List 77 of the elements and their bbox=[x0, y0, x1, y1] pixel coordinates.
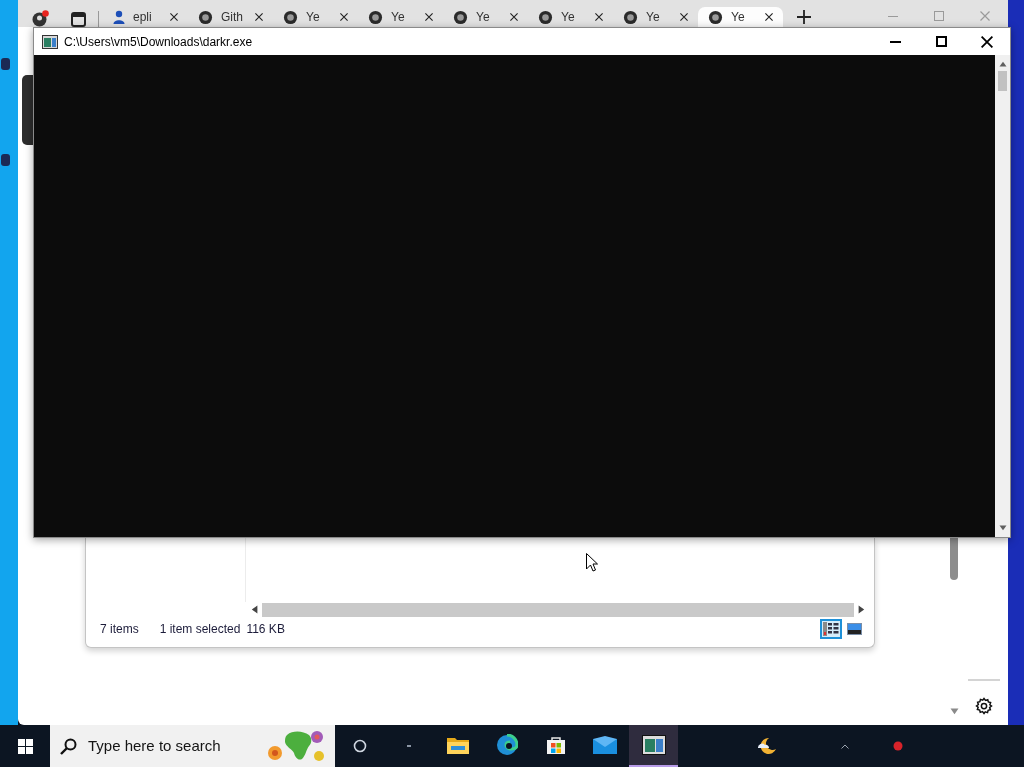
circle-logo-icon bbox=[708, 9, 723, 25]
tab-title: Ye bbox=[561, 11, 575, 23]
store-bag-icon bbox=[545, 735, 566, 755]
taskbar-app-button[interactable] bbox=[629, 725, 678, 767]
browser-tab[interactable]: Gith bbox=[188, 7, 273, 27]
view-toggle-button[interactable] bbox=[820, 619, 842, 639]
browser-tab[interactable]: Ye bbox=[613, 7, 698, 27]
circle-logo-icon bbox=[283, 9, 298, 25]
tab-title: Gith bbox=[221, 11, 243, 23]
console-scrollbar[interactable] bbox=[995, 55, 1010, 537]
person-icon bbox=[113, 10, 125, 24]
browser-tab[interactable]: Ye bbox=[698, 7, 783, 27]
desktop-icon[interactable] bbox=[0, 58, 10, 70]
close-icon bbox=[680, 13, 688, 21]
file-size: 116 KB bbox=[246, 621, 285, 638]
windows-logo-icon bbox=[17, 738, 33, 754]
item-count: 7 items bbox=[100, 621, 139, 638]
mail-icon bbox=[592, 736, 617, 754]
settings-icon[interactable] bbox=[975, 697, 993, 715]
tab-title: Ye bbox=[306, 11, 320, 23]
weather-icon[interactable] bbox=[755, 736, 777, 756]
browser-tab[interactable]: Ye bbox=[358, 7, 443, 27]
desktop-icon[interactable] bbox=[0, 154, 10, 166]
browser-tab[interactable]: epli bbox=[103, 7, 188, 27]
plus-icon[interactable] bbox=[797, 10, 811, 24]
close-icon bbox=[510, 13, 518, 21]
search-placeholder: Type here to search bbox=[88, 735, 221, 756]
window-title: C:\Users\vm5\Downloads\darkr.exe bbox=[64, 33, 253, 51]
close-icon bbox=[255, 13, 263, 21]
tab-title: Ye bbox=[731, 11, 745, 23]
details-view-icon bbox=[823, 622, 839, 636]
app-window-icon bbox=[42, 34, 58, 49]
chevron-up-icon[interactable] bbox=[841, 743, 849, 749]
close-icon bbox=[765, 13, 773, 21]
scrollbar-thumb[interactable] bbox=[950, 538, 958, 580]
browser-tab[interactable]: Ye bbox=[273, 7, 358, 27]
scroll-up-icon bbox=[998, 61, 1007, 68]
circle-logo-icon bbox=[198, 9, 213, 25]
selection-info: 1 item selected bbox=[159, 621, 241, 638]
minimize-icon bbox=[888, 15, 898, 17]
close-icon bbox=[340, 13, 348, 21]
scroll-down-icon bbox=[949, 707, 959, 715]
circle-logo-icon bbox=[623, 9, 638, 25]
page-panel bbox=[22, 75, 33, 145]
close-icon bbox=[170, 13, 178, 21]
tab-title: Ye bbox=[391, 11, 405, 23]
tab-actions-icon[interactable] bbox=[71, 12, 86, 27]
search-field[interactable]: Type here to search bbox=[50, 725, 335, 767]
close-icon bbox=[980, 11, 990, 21]
tab-title: epli bbox=[133, 11, 152, 23]
scroll-left-icon bbox=[251, 605, 259, 614]
close-icon bbox=[981, 35, 993, 48]
profile-icon[interactable] bbox=[32, 10, 49, 27]
close-icon bbox=[595, 13, 603, 21]
circle-logo-icon bbox=[453, 9, 468, 25]
mouse-cursor-icon bbox=[586, 553, 598, 572]
close-icon bbox=[425, 13, 433, 21]
app-window-icon bbox=[641, 735, 666, 755]
large-icons-view-icon bbox=[846, 623, 862, 635]
folder-icon bbox=[446, 736, 469, 754]
scroll-down-icon bbox=[998, 524, 1007, 531]
browser-tab[interactable]: Ye bbox=[528, 7, 613, 27]
ring-icon bbox=[353, 739, 367, 753]
circle-logo-icon bbox=[368, 9, 383, 25]
scroll-right-icon bbox=[857, 605, 865, 614]
browser-tab[interactable]: Ye bbox=[443, 7, 528, 27]
horizontal-scrollbar[interactable] bbox=[262, 602, 854, 617]
maximize-icon bbox=[935, 36, 947, 47]
network-alert-icon[interactable] bbox=[893, 741, 903, 751]
scrollbar-thumb[interactable] bbox=[998, 71, 1007, 91]
tab-title: Ye bbox=[646, 11, 660, 23]
tab-title: Ye bbox=[476, 11, 490, 23]
search-icon bbox=[60, 737, 77, 755]
minimize-icon bbox=[889, 40, 901, 43]
edge-icon bbox=[495, 734, 518, 756]
maximize-icon bbox=[934, 11, 944, 21]
circle-logo-icon bbox=[538, 9, 553, 25]
